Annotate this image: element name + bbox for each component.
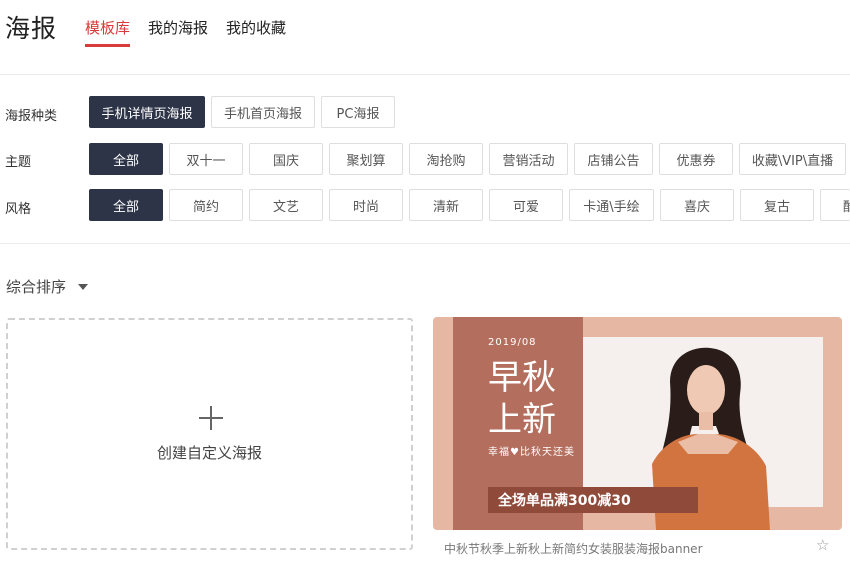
chip-style-cartoon[interactable]: 卡通\手绘 bbox=[569, 189, 654, 221]
section-divider bbox=[0, 243, 850, 244]
chip-style-all[interactable]: 全部 bbox=[89, 189, 163, 221]
create-custom-poster-label: 创建自定义海报 bbox=[156, 444, 262, 462]
poster-date: 2019/08 bbox=[488, 337, 537, 348]
chip-theme-double11[interactable]: 双十一 bbox=[169, 143, 243, 175]
chip-theme-taoqianggou[interactable]: 淘抢购 bbox=[409, 143, 483, 175]
chip-theme-national-day[interactable]: 国庆 bbox=[249, 143, 323, 175]
plus-icon bbox=[199, 406, 223, 430]
header: 海报 模板库 我的海报 我的收藏 bbox=[0, 0, 850, 75]
chip-theme-store-notice[interactable]: 店铺公告 bbox=[574, 143, 653, 175]
chip-theme-coupon[interactable]: 优惠券 bbox=[659, 143, 733, 175]
tab-template-library[interactable]: 模板库 bbox=[85, 17, 130, 38]
chip-style-simple[interactable]: 简约 bbox=[169, 189, 243, 221]
page-title: 海报 bbox=[5, 14, 58, 43]
active-tab-underline bbox=[85, 44, 130, 47]
template-caption[interactable]: 中秋节秋季上新秋上新简约女装服装海报banner bbox=[444, 540, 703, 557]
filter-label-theme: 主题 bbox=[5, 155, 32, 170]
favorite-star-icon[interactable]: ☆ bbox=[816, 536, 829, 554]
chip-style-fashion[interactable]: 时尚 bbox=[329, 189, 403, 221]
create-custom-poster-card[interactable]: 创建自定义海报 bbox=[6, 318, 413, 550]
chip-theme-favorite-vip-live[interactable]: 收藏\VIP\直播 bbox=[739, 143, 846, 175]
poster-headline: 早秋 上新 bbox=[488, 358, 556, 440]
tab-my-favorites[interactable]: 我的收藏 bbox=[226, 17, 286, 38]
chip-style-fresh[interactable]: 清新 bbox=[409, 189, 483, 221]
chip-style-cute[interactable]: 可爱 bbox=[489, 189, 563, 221]
tab-my-posters[interactable]: 我的海报 bbox=[148, 17, 208, 38]
chip-theme-marketing[interactable]: 营销活动 bbox=[489, 143, 568, 175]
chip-style-festive[interactable]: 喜庆 bbox=[660, 189, 734, 221]
chip-style-artsy[interactable]: 文艺 bbox=[249, 189, 323, 221]
filter-label-style: 风格 bbox=[5, 202, 32, 217]
chip-theme-juhuasuan[interactable]: 聚划算 bbox=[329, 143, 403, 175]
chip-theme-all[interactable]: 全部 bbox=[89, 143, 163, 175]
chip-style-cool[interactable]: 酷 bbox=[820, 189, 850, 221]
chip-category-mobile-home[interactable]: 手机首页海报 bbox=[211, 96, 315, 128]
chip-style-retro[interactable]: 复古 bbox=[740, 189, 814, 221]
poster-slogan: 幸福♥比秋天还美 bbox=[488, 447, 575, 458]
caret-down-icon bbox=[78, 283, 89, 290]
chip-category-pc[interactable]: PC海报 bbox=[321, 96, 395, 128]
sort-label: 综合排序 bbox=[6, 278, 67, 296]
sort-dropdown[interactable]: 综合排序 bbox=[6, 276, 89, 297]
filter-label-category: 海报种类 bbox=[5, 109, 58, 124]
chip-category-mobile-detail[interactable]: 手机详情页海报 bbox=[89, 96, 205, 128]
poster-promo-banner: 全场单品满300减30 bbox=[488, 487, 698, 513]
template-poster-thumbnail[interactable]: 2019/08 早秋 上新 幸福♥比秋天还美 全场单品满300减30 bbox=[433, 317, 842, 530]
